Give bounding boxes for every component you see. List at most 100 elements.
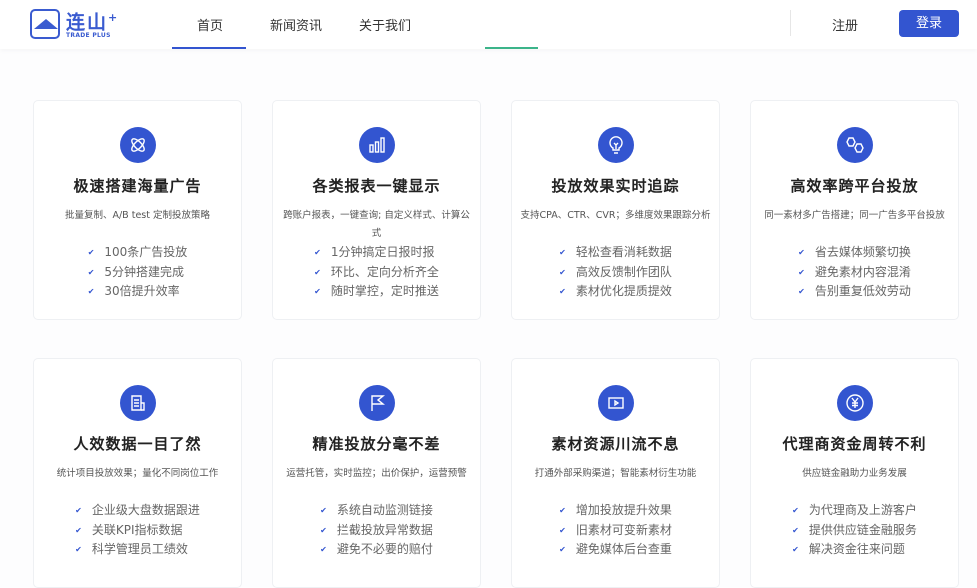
feature-item: ✔ 5分钟搭建完成	[88, 263, 188, 283]
feature-list: ✔ 系统自动监测链接 ✔ 拦截投放异常数据 ✔ 避免不必要的赔付	[320, 501, 433, 560]
feature-item-text: 关联KPI指标数据	[91, 522, 183, 537]
feature-item-text: 省去媒体频繁切换	[814, 245, 911, 259]
feature-card: 投放效果实时追踪 支持CPA、CTR、CVR；多维度效果跟踪分析 ✔ 轻松查看消耗…	[511, 100, 720, 320]
document-icon	[119, 385, 156, 421]
card-title: 极速搭建海量广告	[73, 177, 202, 195]
check-icon: ✔	[87, 267, 95, 277]
feature-item-text: 为代理商及上游客户	[808, 503, 917, 517]
card-title: 精准投放分毫不差	[312, 435, 441, 453]
feature-item: ✔ 避免媒体后台查重	[559, 540, 672, 560]
logo[interactable]: 连山+ TRADE PLUS	[30, 8, 119, 39]
check-icon: ✔	[320, 545, 327, 554]
feature-card: 高效率跨平台投放 同一素材多广告搭建；同一广告多平台投放 ✔ 省去媒体频繁切换 ✔ 避…	[750, 100, 959, 320]
card-description: 同一素材多广告搭建；同一广告多平台投放	[764, 210, 945, 221]
feature-list: ✔ 轻松查看消耗数据 ✔ 高效反馈制作团队 ✔ 素材优化提质提效	[559, 243, 672, 302]
check-icon: ✔	[314, 287, 321, 296]
register-link[interactable]: 注册	[832, 15, 858, 34]
card-description: 统计项目投放效果；量化不同岗位工作	[56, 468, 219, 479]
card-description: 打通外部采购渠道；智能素材衍生功能	[534, 468, 697, 479]
check-icon: ✔	[798, 248, 805, 257]
feature-item-text: 避免不必要的赔付	[336, 542, 433, 556]
card-title: 素材资源川流不息	[551, 435, 680, 453]
feature-item: ✔ 解决资金往来问题	[792, 540, 917, 560]
feature-item: ✔ 1分钟搞定日报时报	[314, 243, 439, 263]
check-icon: ✔	[87, 248, 95, 257]
check-icon: ✔	[559, 248, 566, 257]
feature-item-text: 随时掌控，定时推送	[330, 284, 439, 298]
feature-item-text: 30倍提升效率	[104, 284, 180, 298]
feature-card: 素材资源川流不息 打通外部采购渠道；智能素材衍生功能 ✔ 增加投放提升效果 ✔ 旧素材…	[511, 358, 720, 588]
hover-indicator	[485, 47, 538, 49]
logo-name: 连山	[66, 11, 109, 34]
feature-item-text: 避免媒体后台查重	[575, 542, 672, 556]
feature-item: ✔ 科学管理员工绩效	[75, 540, 200, 560]
logo-plus: +	[108, 11, 120, 24]
check-icon: ✔	[87, 287, 95, 296]
feature-item: ✔ 随时掌控，定时推送	[314, 282, 439, 302]
feature-item: ✔ 系统自动监测链接	[320, 501, 433, 521]
feature-item-text: 100条广告投放	[104, 245, 188, 259]
feature-item: ✔ 轻松查看消耗数据	[559, 243, 672, 263]
feature-item: ✔ 30倍提升效率	[88, 282, 188, 302]
feature-item-text: 旧素材可变新素材	[575, 522, 672, 537]
active-nav-underline	[172, 47, 246, 49]
bar-chart-icon	[358, 127, 395, 163]
card-title: 投放效果实时追踪	[551, 177, 680, 195]
check-icon: ✔	[798, 267, 805, 277]
check-icon: ✔	[559, 267, 566, 277]
feature-list: ✔ 省去媒体频繁切换 ✔ 避免素材内容混淆 ✔ 告别重复低效劳动	[798, 243, 911, 302]
card-description: 运营托管，实时监控；出价保护，运营预警	[286, 468, 467, 479]
check-icon: ✔	[75, 506, 82, 515]
card-title: 人效数据一目了然	[73, 435, 202, 453]
card-description: 批量复制、A/B test 定制投放策略	[64, 210, 210, 221]
feature-item-text: 拦截投放异常数据	[336, 522, 433, 537]
feature-item: ✔ 为代理商及上游客户	[792, 501, 917, 521]
check-icon: ✔	[320, 525, 327, 535]
feature-item-text: 告别重复低效劳动	[814, 284, 911, 298]
check-icon: ✔	[320, 506, 327, 515]
card-description: 跨账户报表，一键查询; 自定义样式、计算公式	[283, 210, 470, 239]
nav-about[interactable]: 关于我们	[359, 15, 411, 34]
feature-item-text: 高效反馈制作团队	[575, 264, 672, 279]
feature-item-text: 环比、定向分析齐全	[330, 264, 439, 279]
nav-news[interactable]: 新闻资讯	[270, 15, 322, 34]
nav-home[interactable]: 首页	[197, 15, 223, 34]
check-icon: ✔	[75, 545, 82, 554]
feature-card: 代理商资金周转不利 供应链金融助力业务发展 ✔ 为代理商及上游客户 ✔ 提供供应链金融…	[750, 358, 959, 588]
feature-item: ✔ 增加投放提升效果	[559, 501, 672, 521]
feature-item-text: 企业级大盘数据跟进	[91, 503, 200, 517]
feature-list: ✔ 100条广告投放 ✔ 5分钟搭建完成 ✔ 30倍提升效率	[88, 243, 188, 302]
feature-item: ✔ 环比、定向分析齐全	[314, 263, 439, 283]
feature-card: 极速搭建海量广告 批量复制、A/B test 定制投放策略 ✔ 100条广告投放 ✔…	[33, 100, 242, 320]
hexagons-icon	[836, 127, 873, 163]
feature-item: ✔ 省去媒体频繁切换	[798, 243, 911, 263]
video-icon	[597, 385, 634, 421]
atom-icon	[119, 127, 156, 163]
check-icon: ✔	[559, 545, 566, 554]
card-description: 支持CPA、CTR、CVR；多维度效果跟踪分析	[520, 210, 711, 221]
card-title: 高效率跨平台投放	[790, 177, 919, 195]
flag-icon	[358, 385, 395, 421]
feature-item-text: 增加投放提升效果	[575, 503, 672, 517]
login-button[interactable]: 登录	[899, 10, 959, 37]
feature-item-text: 1分钟搞定日报时报	[330, 245, 435, 259]
lightbulb-icon	[597, 127, 634, 163]
check-icon: ✔	[559, 506, 566, 515]
feature-item: ✔ 旧素材可变新素材	[559, 521, 672, 541]
feature-item-text: 提供供应链金融服务	[808, 522, 917, 537]
top-nav-bar: 连山+ TRADE PLUS 首页 新闻资讯 关于我们 注册 登录	[0, 0, 977, 49]
feature-item-text: 科学管理员工绩效	[91, 542, 188, 556]
feature-item: ✔ 企业级大盘数据跟进	[75, 501, 200, 521]
card-title: 各类报表一键显示	[312, 177, 441, 195]
feature-item: ✔ 提供供应链金融服务	[792, 521, 917, 541]
feature-item-text: 素材优化提质提效	[575, 284, 672, 298]
logo-subtitle: TRADE PLUS	[66, 32, 111, 40]
feature-item: ✔ 关联KPI指标数据	[75, 521, 200, 541]
feature-item: ✔ 素材优化提质提效	[559, 282, 672, 302]
check-icon: ✔	[75, 525, 82, 535]
feature-card: 人效数据一目了然 统计项目投放效果；量化不同岗位工作 ✔ 企业级大盘数据跟进 ✔ 关联…	[33, 358, 242, 588]
feature-item-text: 轻松查看消耗数据	[575, 245, 672, 259]
feature-card: 各类报表一键显示 跨账户报表，一键查询; 自定义样式、计算公式 ✔ 1分钟搞定日报…	[272, 100, 481, 320]
feature-list: ✔ 企业级大盘数据跟进 ✔ 关联KPI指标数据 ✔ 科学管理员工绩效	[75, 501, 200, 560]
check-icon: ✔	[559, 525, 566, 535]
